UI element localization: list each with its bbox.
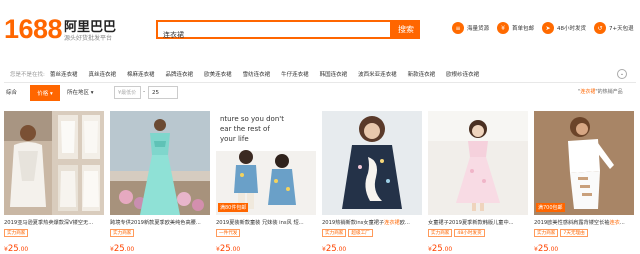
price-range-dash: -	[143, 88, 146, 95]
category-item[interactable]: 欧美连衣裙	[204, 70, 232, 78]
service-features: ≡ 海量货源 ¥ 首单包邮 ➤ 48小时发货 ↺ 7+天包退	[452, 22, 640, 34]
filter-bar: 综合 价格 ▾ 所在地区 ▾ ¥最低价 - 25 "连衣裙"的热销产品	[0, 85, 640, 102]
location-filter[interactable]: 所在地区 ▾	[67, 88, 94, 96]
price-min-input[interactable]: ¥最低价	[114, 86, 141, 99]
product-tags: 一件代发	[216, 229, 316, 237]
product-image[interactable]: nture so you don't ear the rest of your …	[216, 111, 316, 215]
category-list: 蕾丝连衣裙 真丝连衣裙 棉麻连衣裙 品牌连衣裙 欧美连衣裙 雪纺连衣裙 牛仔连衣…	[50, 70, 490, 78]
product-tags: 实力商家	[110, 229, 210, 237]
svg-text:ear the rest of: ear the rest of	[220, 125, 270, 133]
product-tag: 实力商家	[4, 229, 29, 237]
category-item[interactable]: 棉麻连衣裙	[127, 70, 155, 78]
product-tag: 实力商家	[428, 229, 453, 237]
product-title[interactable]: 女童裙子2019夏季新款韩版儿童中...	[428, 219, 528, 226]
stack-icon: ≡	[452, 22, 464, 34]
product-card[interactable]: 女童裙子2019夏季新款韩版儿童中... 实力商家 48小时发货 ¥25.00	[428, 111, 528, 254]
product-image[interactable]	[322, 111, 422, 215]
feature-item[interactable]: ¥ 首单包邮	[497, 22, 534, 34]
product-tag: 一件代发	[216, 229, 241, 237]
product-tag: 实力商家	[110, 229, 135, 237]
product-tag: 实力商家	[534, 229, 559, 237]
category-item[interactable]: 真丝连衣裙	[89, 70, 117, 78]
product-tag: 超级工厂	[348, 229, 373, 237]
product-title[interactable]: 2019热销新款ins女童裙子连衣裙欧...	[322, 219, 422, 226]
sort-price-button[interactable]: 价格 ▾	[30, 85, 60, 101]
product-grid: 2019亚马逊夏季热卖爆款深V镂空无... 实力商家 ¥25.00 跨境专供20…	[4, 111, 638, 254]
related-category-row: 您是不是在找: 蕾丝连衣裙 真丝连衣裙 棉麻连衣裙 品牌连衣裙 欧美连衣裙 雪纺…	[0, 64, 640, 84]
category-item[interactable]: 波西米亚连衣裙	[358, 70, 397, 78]
product-price: ¥25.00	[4, 244, 29, 254]
product-image[interactable]: 满700包邮	[534, 111, 634, 215]
feature-label: 48小时发货	[557, 26, 587, 32]
related-keyword: 连衣裙	[580, 89, 596, 95]
category-item[interactable]: 新款连衣裙	[408, 70, 436, 78]
product-title[interactable]: 跨境专供2019新款夏季欧美纯色高腰...	[110, 219, 210, 226]
price-max-input[interactable]: 25	[148, 86, 178, 99]
feature-item[interactable]: ➤ 48小时发货	[542, 22, 586, 34]
chevron-down-icon[interactable]: ⌄	[617, 69, 627, 79]
svg-text:your life: your life	[220, 135, 249, 143]
product-tags: 实力商家	[4, 229, 104, 237]
search-button[interactable]: 搜索	[392, 20, 420, 39]
header: 1688 阿里巴巴 源头好货批发平台 搜索 ≡ 海量货源 ¥ 首单包邮 ➤ 48…	[0, 0, 640, 62]
search-box	[156, 20, 392, 43]
feature-label: 海量货源	[467, 26, 490, 32]
search-input[interactable]	[158, 27, 390, 43]
svg-text:nture so you don't: nture so you don't	[220, 115, 284, 123]
product-tags: 实力商家 7天无理由	[534, 229, 634, 237]
tag-icon: ¥	[497, 22, 510, 34]
product-image-badge: 满700包邮	[536, 203, 565, 212]
product-card[interactable]: nture so you don't ear the rest of your …	[216, 111, 316, 254]
sort-synthesis[interactable]: 综合	[6, 88, 17, 96]
logo-subtitle: 源头好货批发平台	[64, 35, 113, 42]
category-item[interactable]: 韩国连衣裙	[320, 70, 348, 78]
product-image-badge: 满80件包邮	[218, 203, 249, 212]
category-title: 您是不是在找:	[10, 72, 45, 78]
logo-number[interactable]: 1688	[4, 14, 63, 45]
feature-label: 7+天包退	[609, 26, 634, 32]
category-item[interactable]: 欧根纱连衣裙	[446, 70, 479, 78]
product-tags: 实力商家 超级工厂	[322, 229, 422, 237]
product-title[interactable]: 2019夏装新款童装 兄妹装 ins风 短...	[216, 219, 316, 226]
feature-label: 首单包邮	[512, 26, 535, 32]
product-card[interactable]: 跨境专供2019新款夏季欧美纯色高腰... 实力商家 ¥25.00	[110, 111, 210, 254]
product-title[interactable]: 2019欧美性感斜肩露背镂空长袖连衣...	[534, 219, 634, 226]
product-price: ¥25.00	[534, 244, 559, 254]
product-image[interactable]	[428, 111, 528, 215]
divider	[4, 82, 636, 83]
product-tag: 7天无理由	[560, 229, 588, 237]
category-item[interactable]: 蕾丝连衣裙	[50, 70, 78, 78]
product-image[interactable]	[4, 111, 104, 215]
category-item[interactable]: 牛仔连衣裙	[281, 70, 309, 78]
product-price: ¥25.00	[216, 244, 241, 254]
product-card[interactable]: 2019亚马逊夏季热卖爆款深V镂空无... 实力商家 ¥25.00	[4, 111, 104, 254]
related-hint: "连衣裙"的热销产品	[578, 89, 623, 95]
product-tag: 48小时发货	[454, 229, 485, 237]
product-image[interactable]	[110, 111, 210, 215]
feature-item[interactable]: ≡ 海量货源	[452, 22, 489, 34]
truck-icon: ➤	[542, 22, 555, 34]
product-title[interactable]: 2019亚马逊夏季热卖爆款深V镂空无...	[4, 219, 104, 226]
return-icon: ↺	[594, 22, 607, 34]
product-tag: 实力商家	[322, 229, 347, 237]
category-item[interactable]: 品牌连衣裙	[166, 70, 194, 78]
product-price: ¥25.00	[322, 244, 347, 254]
category-item[interactable]: 雪纺连衣裙	[243, 70, 271, 78]
product-price: ¥25.00	[428, 244, 453, 254]
product-tags: 实力商家 48小时发货	[428, 229, 528, 237]
product-card[interactable]: 2019热销新款ins女童裙子连衣裙欧... 实力商家 超级工厂 ¥25.00	[322, 111, 422, 254]
product-price: ¥25.00	[110, 244, 135, 254]
product-card[interactable]: 满700包邮 2019欧美性感斜肩露背镂空长袖连衣... 实力商家 7天无理由 …	[534, 111, 634, 254]
feature-item[interactable]: ↺ 7+天包退	[594, 22, 634, 34]
